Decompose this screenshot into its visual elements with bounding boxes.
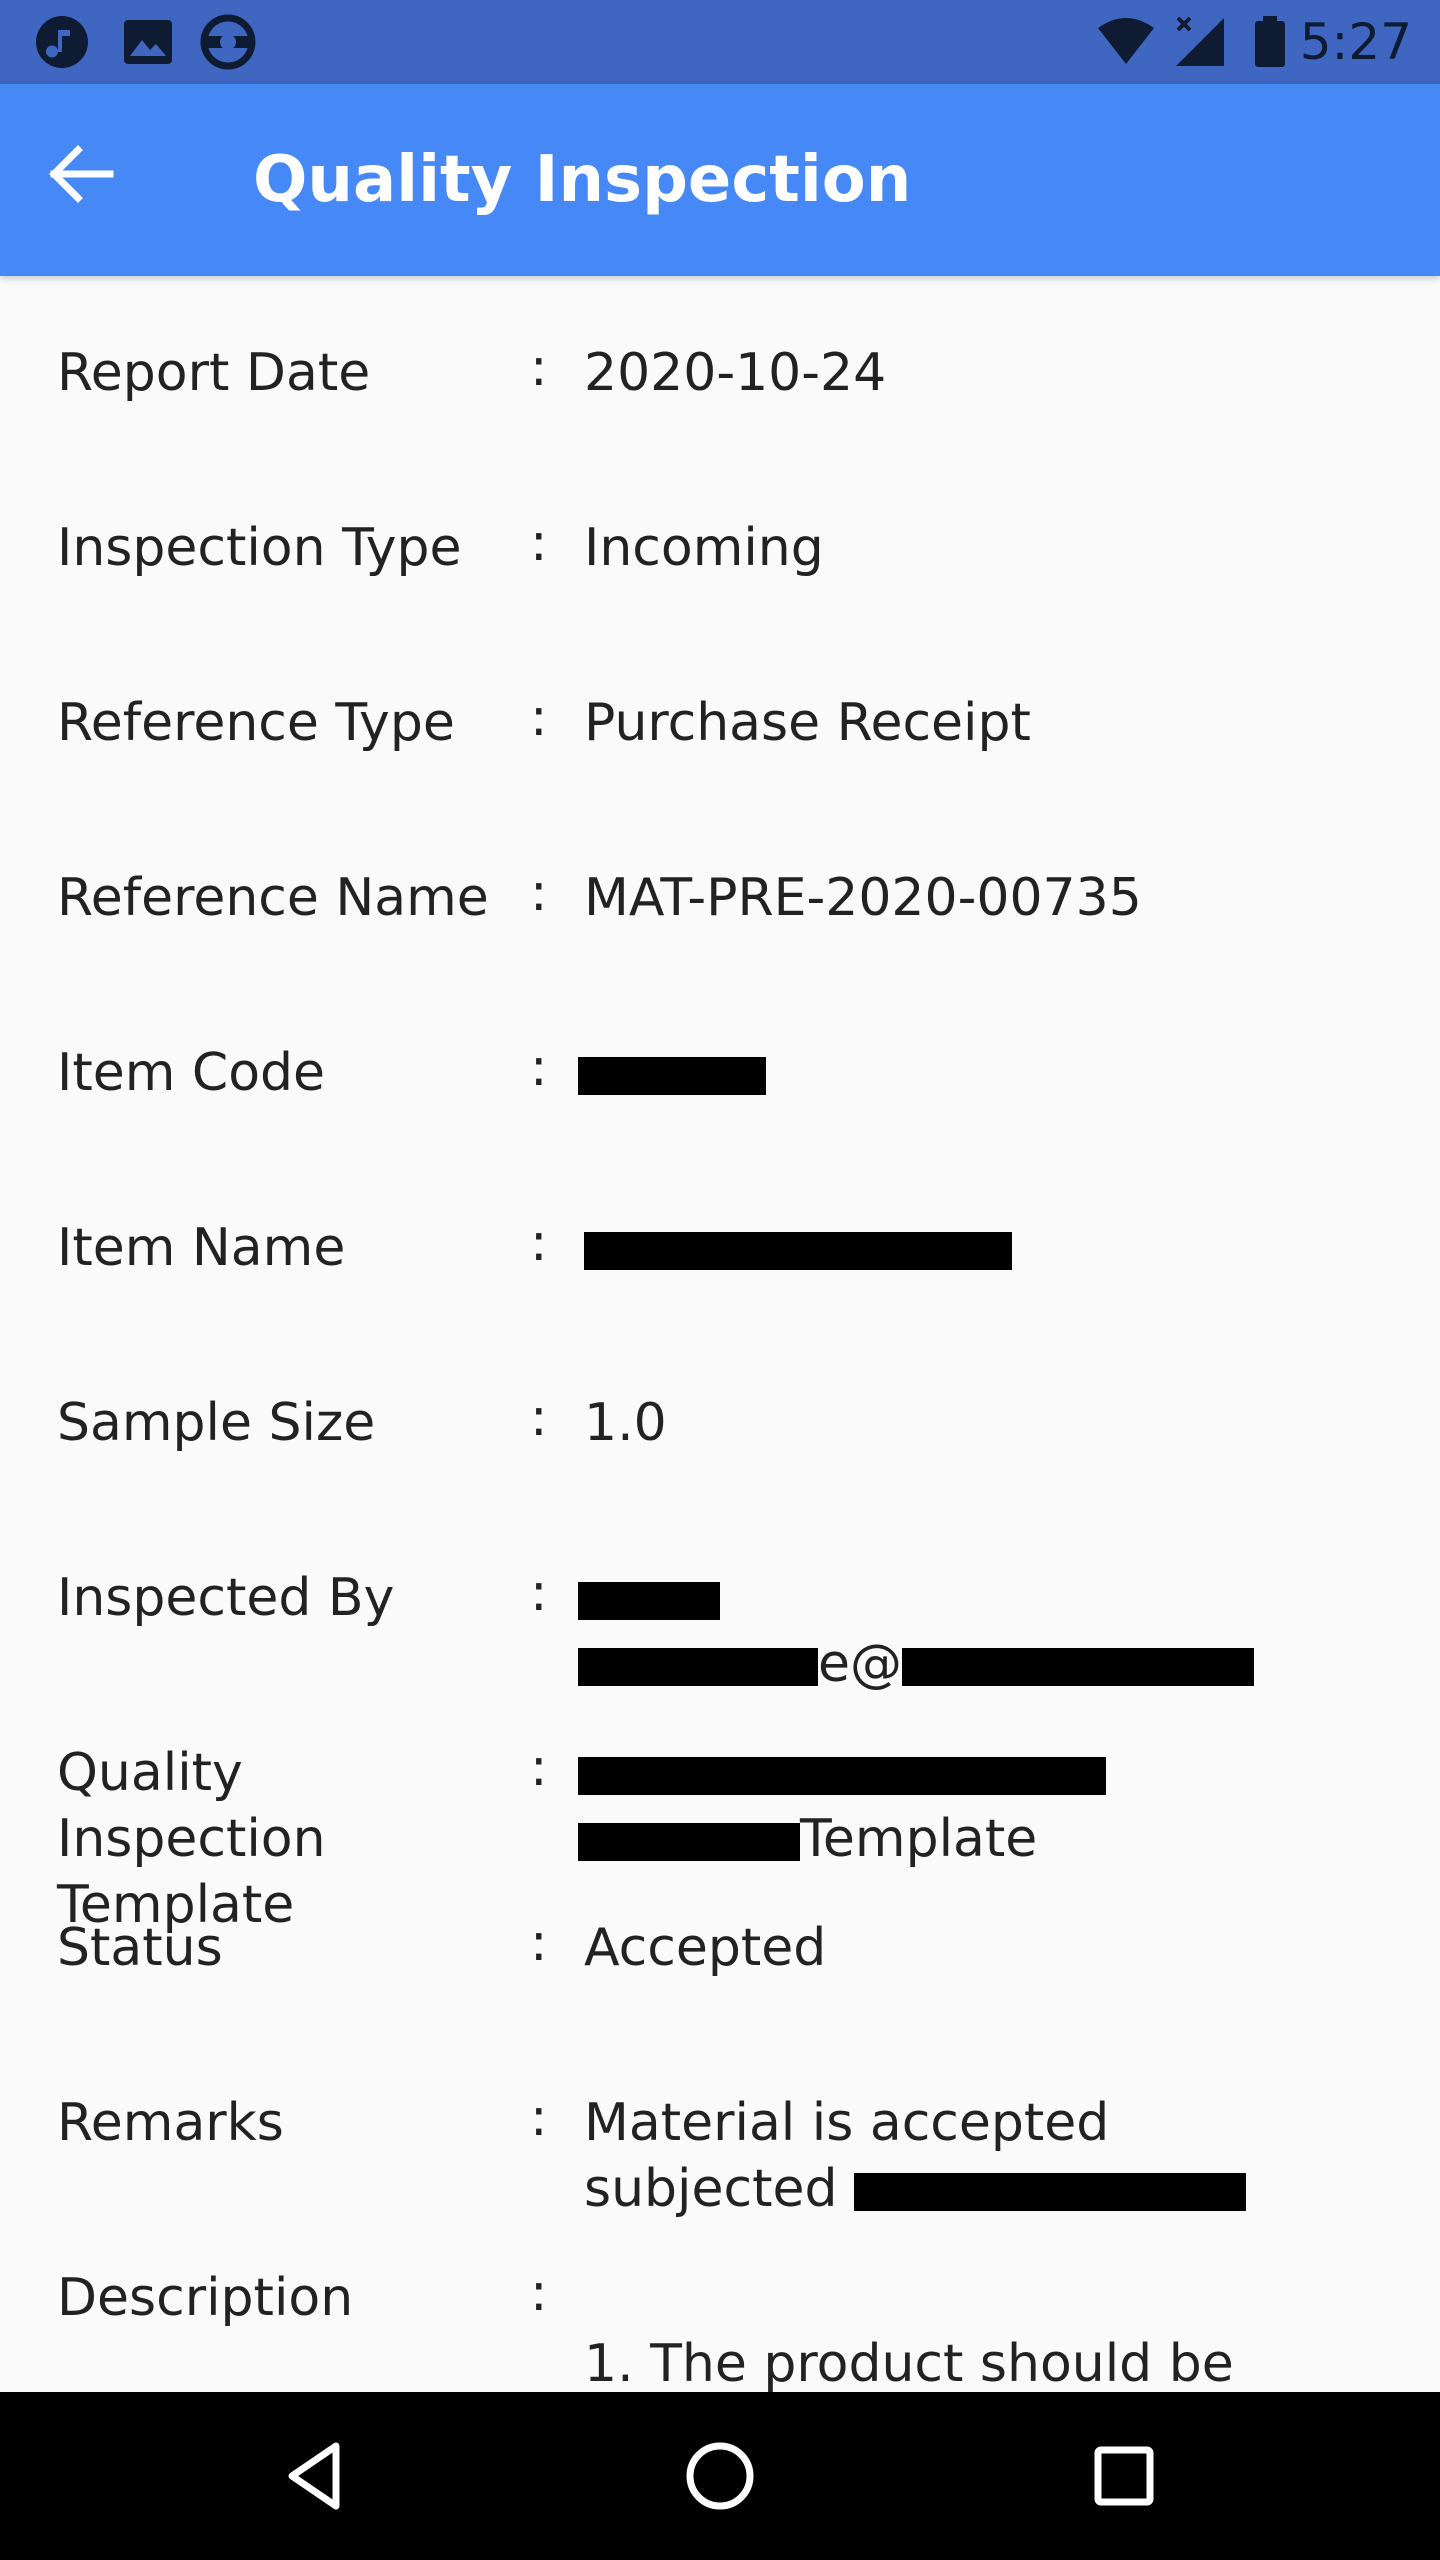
field-colon: : xyxy=(530,513,548,573)
field-colon: : xyxy=(530,688,548,748)
field-label: Inspected By xyxy=(57,1568,395,1628)
field-label: Item Code xyxy=(57,1043,326,1103)
field-value: 1.0 xyxy=(584,1393,667,1453)
status-time: 5:27 xyxy=(1299,13,1412,71)
app-bar: Quality Inspection xyxy=(0,84,1440,276)
field-colon: : xyxy=(530,338,548,398)
redacted-text xyxy=(578,1648,818,1686)
field-value: Purchase Receipt xyxy=(584,693,1031,753)
music-note-icon xyxy=(36,16,88,68)
image-icon xyxy=(124,20,172,64)
field-colon: : xyxy=(530,2263,548,2323)
field-colon: : xyxy=(530,863,548,923)
field-label: Inspection Type xyxy=(57,518,462,578)
field-label: Remarks xyxy=(57,2093,284,2153)
redacted-text xyxy=(854,2173,1247,2211)
battery-icon xyxy=(1255,16,1285,67)
field-colon: : xyxy=(530,2088,548,2148)
page-title: Quality Inspection xyxy=(253,143,912,217)
field-colon: : xyxy=(530,1213,548,1273)
redacted-text xyxy=(584,1232,1012,1270)
field-colon: : xyxy=(530,1388,548,1448)
redacted-text xyxy=(578,1823,800,1861)
field-value: MAT-PRE-2020-00735 xyxy=(584,868,1142,928)
field-label: Reference Name xyxy=(57,868,489,928)
back-triangle-icon[interactable] xyxy=(276,2436,356,2516)
field-value: Accepted xyxy=(584,1918,827,1978)
redacted-text xyxy=(578,1057,766,1095)
cellular-signal-icon xyxy=(1176,16,1224,66)
field-value: 1. The product should be xyxy=(584,2334,1234,2392)
field-value: e@ xyxy=(578,1565,1398,1697)
field-value: 2020-10-24 xyxy=(584,343,887,403)
remarks-line: subjected xyxy=(584,2159,855,2219)
wifi-icon xyxy=(1098,18,1154,64)
home-circle-icon[interactable] xyxy=(680,2436,760,2516)
field-colon: : xyxy=(530,1038,548,1098)
template-name-fragment: Template xyxy=(800,1809,1038,1869)
back-arrow-icon[interactable] xyxy=(40,134,120,214)
field-label: Status xyxy=(57,1918,223,1978)
status-bar: 5:27 xyxy=(0,0,1440,84)
field-colon: : xyxy=(530,1563,548,1623)
field-label: Item Name xyxy=(57,1218,346,1278)
inspector-email-fragment: e@ xyxy=(818,1634,902,1694)
redacted-text xyxy=(902,1648,1254,1686)
navigation-bar xyxy=(0,2392,1440,2560)
field-label: Reference Type xyxy=(57,693,455,753)
inspection-details: Report Date : 2020-10-24 Inspection Type… xyxy=(0,276,1440,2392)
field-label: Description xyxy=(57,2268,354,2328)
field-colon: : xyxy=(530,1913,548,1973)
field-label: Report Date xyxy=(57,343,371,403)
redacted-text xyxy=(578,1757,1106,1795)
field-value: Incoming xyxy=(584,518,824,578)
field-value xyxy=(584,1215,1404,1281)
field-colon: : xyxy=(530,1738,548,1798)
field-value: Template xyxy=(578,1740,1398,1872)
field-label: Sample Size xyxy=(57,1393,376,1453)
sync-icon xyxy=(200,14,256,70)
recents-square-icon[interactable] xyxy=(1084,2436,1164,2516)
field-label: Quality Inspection Template xyxy=(57,1740,517,1938)
remarks-line: Material is accepted xyxy=(584,2093,1110,2153)
field-label-line: Quality Inspection xyxy=(57,1743,326,1869)
field-value xyxy=(578,1040,1398,1106)
redacted-text xyxy=(578,1582,720,1620)
field-value: Material is accepted subjected xyxy=(584,2090,1404,2222)
